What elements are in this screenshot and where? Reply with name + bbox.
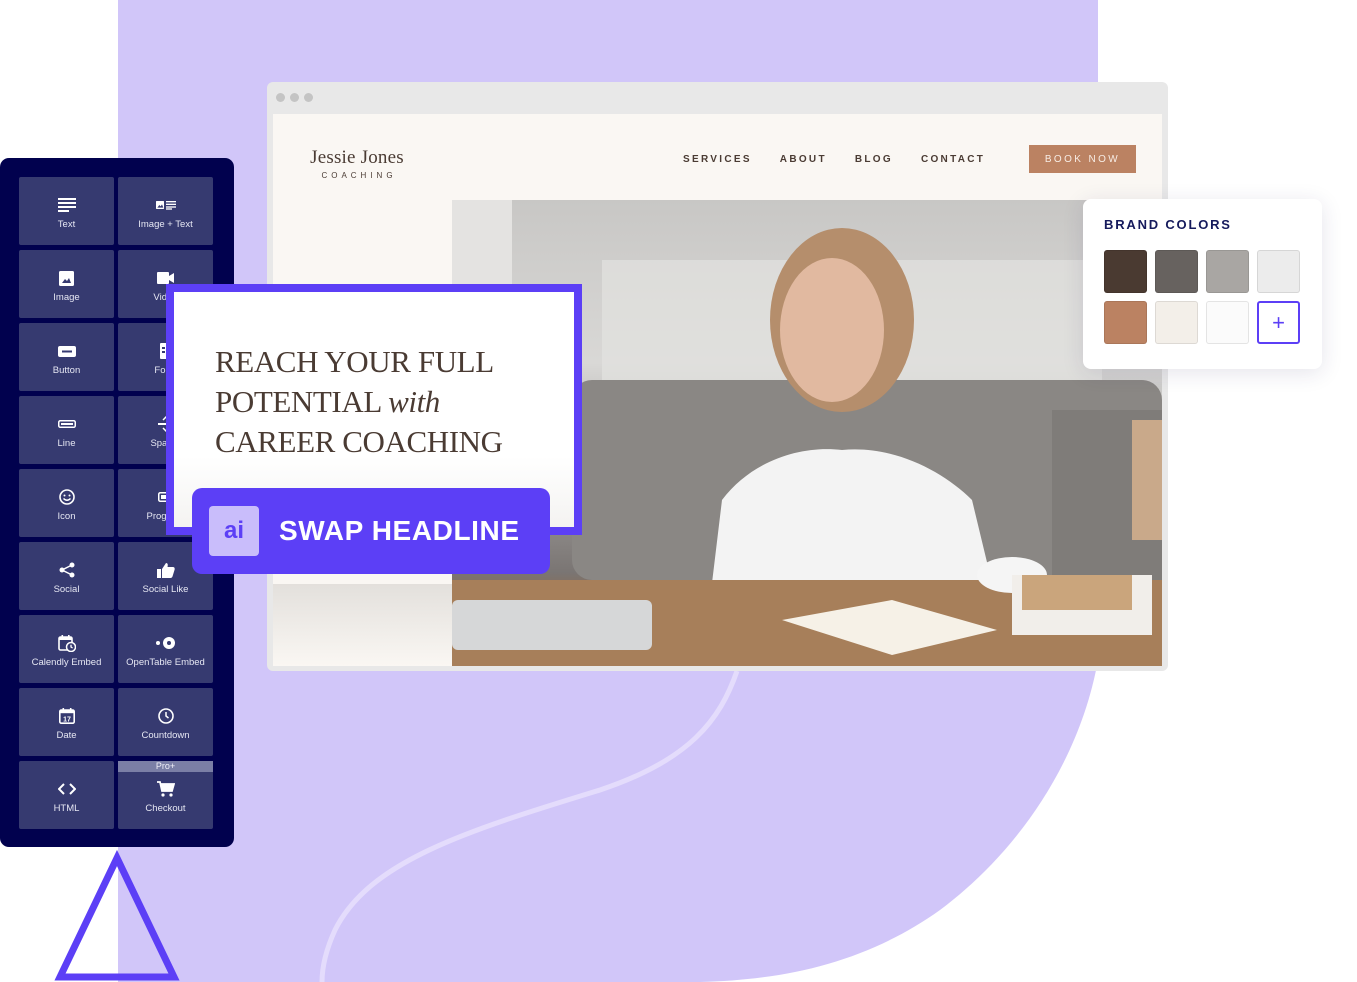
color-swatch[interactable] [1104,250,1147,293]
nav-services[interactable]: SERVICES [683,154,752,165]
thumbs-up-icon [156,561,176,579]
ai-icon: ai [209,506,259,556]
calendar-17-icon: 17 [57,707,77,725]
logo-name: Jessie Jones [310,147,404,168]
headline-text[interactable]: REACH YOUR FULL POTENTIAL with CAREER CO… [215,342,574,462]
text-icon [57,196,77,214]
nav-blog[interactable]: BLOG [855,154,893,165]
block-social[interactable]: Social [19,542,114,610]
swap-headline-button[interactable]: ai SWAP HEADLINE [192,488,550,574]
block-line[interactable]: Line [19,396,114,464]
add-color-button[interactable]: + [1257,301,1300,344]
window-dot-icon[interactable] [290,93,299,102]
smiley-icon [57,488,77,506]
share-icon [57,561,77,579]
block-date[interactable]: 17 Date [19,688,114,756]
site-logo[interactable]: Jessie Jones COACHING [309,147,405,180]
book-now-button[interactable]: BOOK NOW [1029,145,1136,173]
swap-headline-label: SWAP HEADLINE [279,515,520,546]
color-swatch[interactable] [1155,250,1198,293]
svg-text:17: 17 [63,716,71,723]
nav-contact[interactable]: CONTACT [921,154,985,165]
window-dot-icon[interactable] [276,93,285,102]
logo-subtitle: COACHING [321,171,397,180]
image-icon [57,269,77,287]
block-countdown[interactable]: Countdown [118,688,213,756]
window-controls [276,93,313,102]
brand-colors-title: BRAND COLORS [1104,217,1232,232]
block-image-text[interactable]: Image + Text [118,177,213,245]
block-button[interactable]: Button [19,323,114,391]
clock-icon [156,707,176,725]
button-icon [57,342,77,360]
color-swatch[interactable] [1257,250,1300,293]
color-swatch[interactable] [1104,301,1147,344]
cart-icon [156,780,176,798]
block-image[interactable]: Image [19,250,114,318]
color-swatch[interactable] [1206,250,1249,293]
calendar-clock-icon [57,634,77,652]
image-text-icon [155,196,176,214]
block-opentable-embed[interactable]: OpenTable Embed [118,615,213,683]
block-html[interactable]: HTML [19,761,114,829]
code-icon [57,780,77,798]
triangle-decoration [54,850,180,981]
block-text[interactable]: Text [19,177,114,245]
color-swatch[interactable] [1155,301,1198,344]
block-checkout[interactable]: Pro+ Checkout [118,761,213,829]
brand-colors-panel: BRAND COLORS + [1083,199,1322,369]
opentable-icon [155,634,176,652]
color-swatches: + [1104,250,1322,344]
line-icon [57,415,77,433]
color-swatch[interactable] [1206,301,1249,344]
site-nav: SERVICES ABOUT BLOG CONTACT [683,154,985,165]
pro-plus-badge: Pro+ [118,761,213,772]
window-dot-icon[interactable] [304,93,313,102]
block-calendly-embed[interactable]: Calendly Embed [19,615,114,683]
nav-about[interactable]: ABOUT [780,154,827,165]
block-icon[interactable]: Icon [19,469,114,537]
